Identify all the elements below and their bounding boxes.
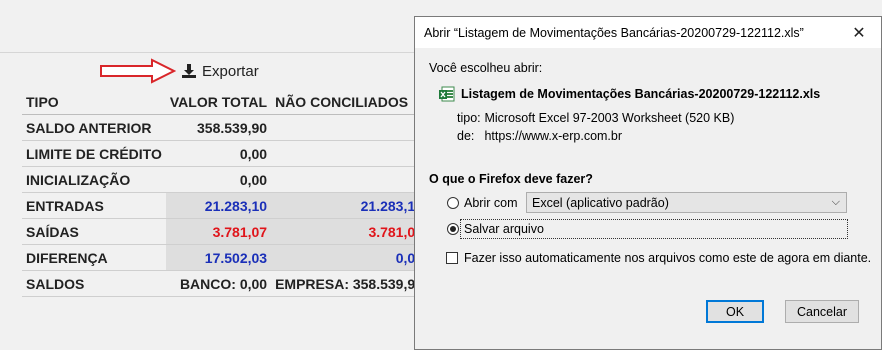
table-row: LIMITE DE CRÉDITO 0,00 bbox=[22, 140, 427, 167]
row-value: 358.539,90 bbox=[165, 114, 272, 141]
dialog-titlebar[interactable]: Abrir “Listagem de Movimentações Bancári… bbox=[415, 17, 881, 48]
chose-label: Você escolheu abrir: bbox=[429, 61, 543, 75]
file-source-key: de: bbox=[457, 129, 475, 143]
open-with-value: Excel (aplicativo padrão) bbox=[532, 195, 669, 210]
close-icon[interactable]: ✕ bbox=[837, 17, 881, 48]
row-value: 0,00 bbox=[165, 166, 272, 193]
auto-action-option[interactable]: Fazer isso automaticamente nos arquivos … bbox=[446, 251, 871, 265]
row-value: 21.283,10 bbox=[165, 192, 272, 219]
row-label: INICIALIZAÇÃO bbox=[22, 166, 166, 193]
table-row: SALDOS BANCO: 0,00 EMPRESA: 358.539,90 bbox=[22, 270, 427, 297]
download-dialog: Abrir “Listagem de Movimentações Bancári… bbox=[414, 16, 882, 350]
row-label: LIMITE DE CRÉDITO bbox=[22, 140, 166, 167]
file-source-row: de: https://www.x-erp.com.br bbox=[457, 129, 622, 143]
save-file-radio[interactable] bbox=[447, 223, 459, 235]
dialog-title: Abrir “Listagem de Movimentações Bancári… bbox=[424, 25, 804, 40]
file-row: Listagem de Movimentações Bancárias-2020… bbox=[439, 86, 820, 102]
file-source-value: https://www.x-erp.com.br bbox=[484, 129, 623, 143]
row-label: DIFERENÇA bbox=[22, 244, 166, 271]
download-icon bbox=[182, 64, 196, 78]
row-unreconciled bbox=[271, 166, 427, 193]
row-unreconciled bbox=[271, 114, 427, 141]
row-value: BANCO: 0,00 bbox=[165, 270, 272, 297]
column-header-valor-total: VALOR TOTAL bbox=[165, 89, 272, 115]
row-value: 0,00 bbox=[165, 140, 272, 167]
save-file-label: Salvar arquivo bbox=[464, 222, 544, 236]
row-label: SALDO ANTERIOR bbox=[22, 114, 166, 141]
red-arrow-icon bbox=[100, 58, 176, 84]
column-header-tipo: TIPO bbox=[22, 89, 166, 115]
excel-file-icon bbox=[439, 86, 455, 102]
cancel-button[interactable]: Cancelar bbox=[785, 300, 859, 323]
save-file-option[interactable]: Salvar arquivo bbox=[447, 222, 544, 236]
summary-table: TIPO VALOR TOTAL NÃO CONCILIADOS SALDO A… bbox=[22, 89, 427, 297]
row-label: SALDOS bbox=[22, 270, 166, 297]
row-value: 3.781,07 bbox=[165, 218, 272, 245]
file-type-key: tipo: bbox=[457, 111, 481, 125]
row-unreconciled: 3.781,07 bbox=[271, 218, 427, 245]
open-with-select[interactable]: Excel (aplicativo padrão) ⌵ bbox=[526, 192, 847, 213]
table-row: SALDO ANTERIOR 358.539,90 bbox=[22, 114, 427, 141]
file-type-value: Microsoft Excel 97-2003 Worksheet (520 K… bbox=[484, 111, 735, 125]
column-header-nao-conciliados: NÃO CONCILIADOS bbox=[271, 89, 427, 115]
table-row: INICIALIZAÇÃO 0,00 bbox=[22, 166, 427, 193]
export-button[interactable]: Exportar bbox=[176, 58, 269, 84]
open-with-radio[interactable] bbox=[447, 197, 459, 209]
row-value: 17.502,03 bbox=[165, 244, 272, 271]
row-unreconciled bbox=[271, 140, 427, 167]
row-unreconciled: 0,00 bbox=[271, 244, 427, 271]
page-divider bbox=[0, 52, 414, 53]
action-question: O que o Firefox deve fazer? bbox=[429, 172, 593, 186]
table-header-row: TIPO VALOR TOTAL NÃO CONCILIADOS bbox=[22, 89, 427, 115]
auto-action-label: Fazer isso automaticamente nos arquivos … bbox=[464, 251, 872, 265]
table-row: SAÍDAS 3.781,07 3.781,07 bbox=[22, 218, 427, 245]
file-type-row: tipo: Microsoft Excel 97-2003 Worksheet … bbox=[457, 111, 734, 125]
row-label: ENTRADAS bbox=[22, 192, 166, 219]
file-name: Listagem de Movimentações Bancárias-2020… bbox=[461, 87, 821, 101]
table-row: ENTRADAS 21.283,10 21.283,10 bbox=[22, 192, 427, 219]
ok-button[interactable]: OK bbox=[706, 300, 764, 323]
open-with-option[interactable]: Abrir com bbox=[447, 196, 517, 210]
table-row: DIFERENÇA 17.502,03 0,00 bbox=[22, 244, 427, 271]
open-with-label: Abrir com bbox=[464, 196, 518, 210]
auto-action-checkbox[interactable] bbox=[446, 252, 458, 264]
row-label: SAÍDAS bbox=[22, 218, 166, 245]
row-unreconciled: 21.283,10 bbox=[271, 192, 427, 219]
export-label: Exportar bbox=[202, 62, 259, 80]
row-unreconciled: EMPRESA: 358.539,90 bbox=[271, 270, 427, 297]
chevron-down-icon: ⌵ bbox=[831, 196, 840, 208]
